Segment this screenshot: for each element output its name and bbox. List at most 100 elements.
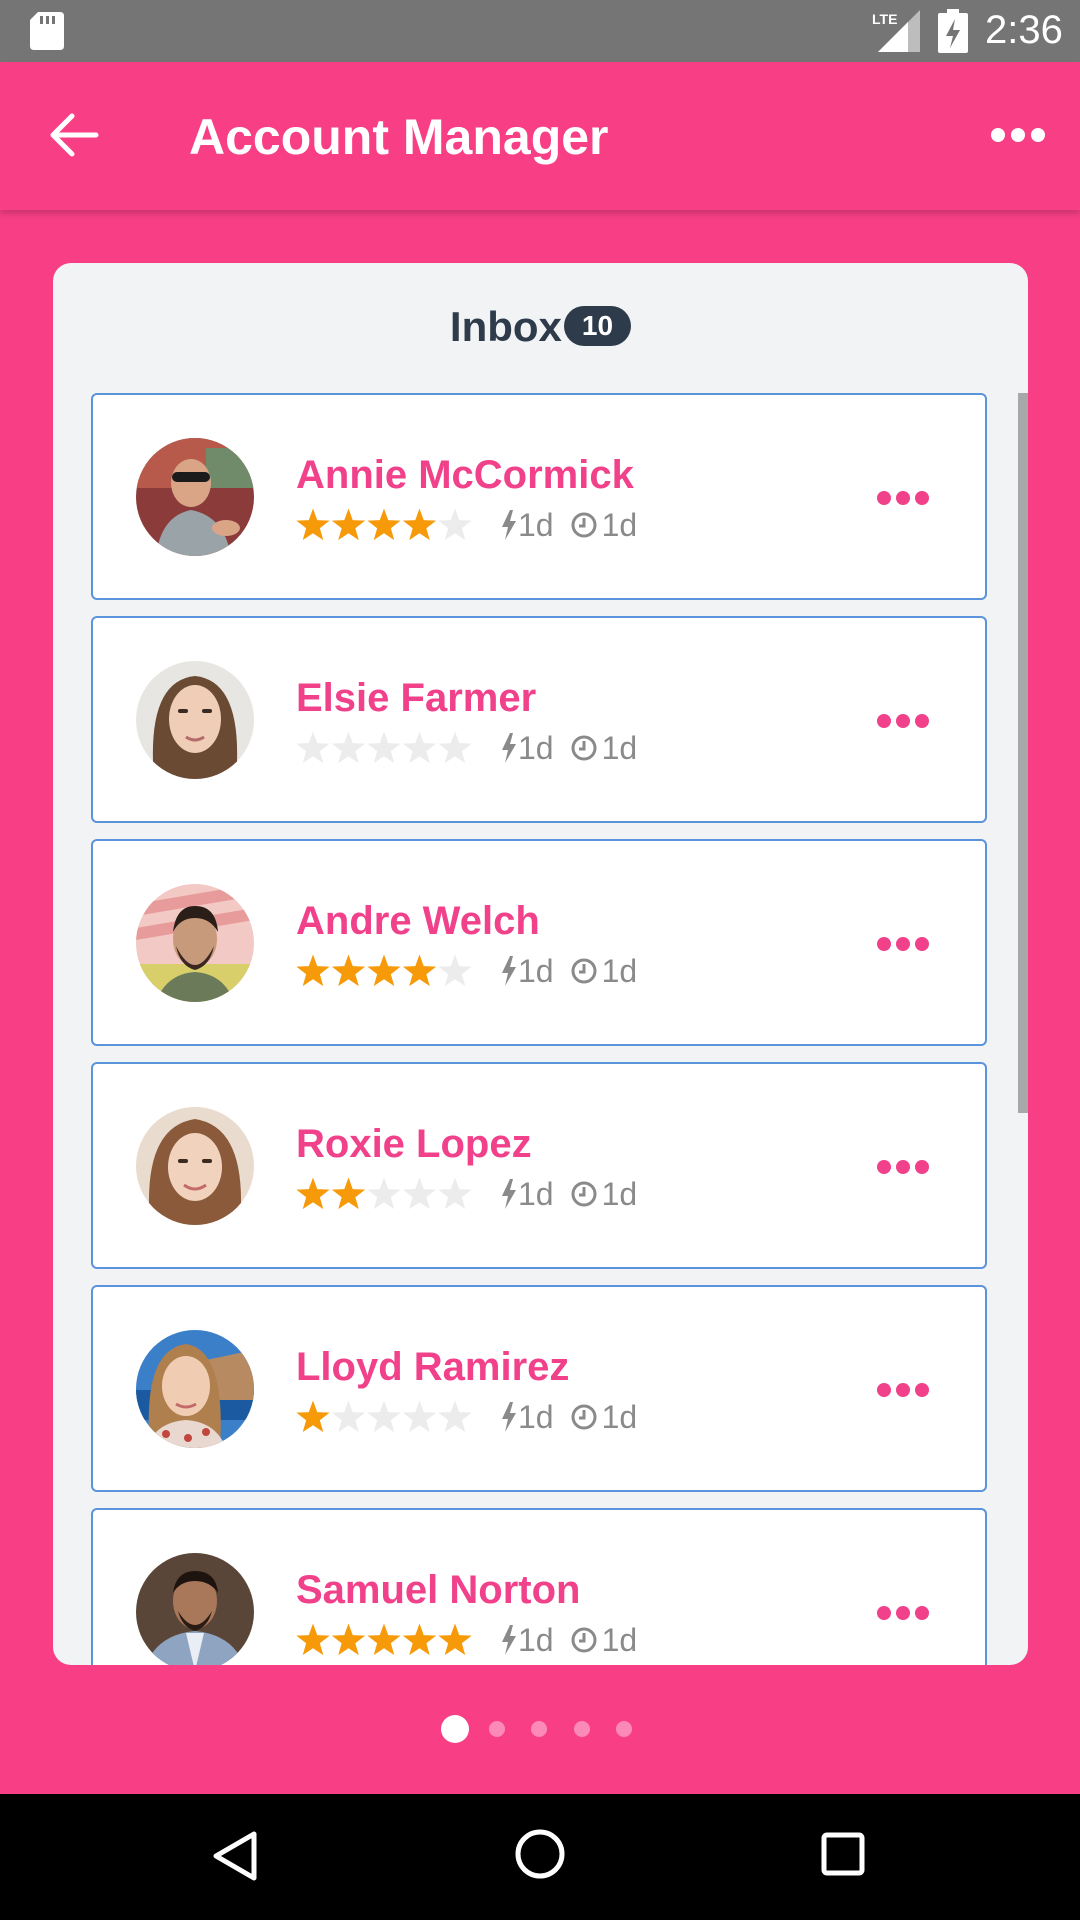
home-circle-icon[interactable] (514, 1828, 566, 1880)
star-filled-icon (438, 1623, 472, 1656)
star-empty-icon (367, 1400, 401, 1433)
contact-meta: 1d 1d (500, 951, 653, 991)
contact-meta: 1d 1d (500, 728, 653, 768)
star-empty-icon (402, 1400, 437, 1433)
contact-name: Elsie Farmer (296, 676, 537, 720)
star-filled-icon (402, 1623, 437, 1656)
back-arrow-icon[interactable] (46, 110, 100, 160)
contact-item[interactable]: Lloyd Ramirez 1d 1d (91, 1285, 987, 1492)
activity-value: 1d (518, 1621, 554, 1658)
star-empty-icon (331, 1400, 366, 1433)
avatar (136, 1553, 254, 1665)
contact-item[interactable]: Roxie Lopez 1d 1d (91, 1062, 987, 1269)
star-empty-icon (402, 731, 437, 764)
star-empty-icon (438, 731, 472, 764)
clock-icon (571, 958, 597, 984)
status-bar: LTE 2:36 (0, 0, 1080, 62)
contact-item[interactable]: Annie McCormick 1d 1d (91, 393, 987, 600)
star-filled-icon (402, 954, 437, 987)
clock-icon (571, 1627, 597, 1653)
page-dot-5[interactable] (616, 1721, 632, 1737)
system-nav-bar (0, 1794, 1080, 1920)
lte-signal-icon: LTE (872, 10, 920, 52)
recents-square-icon[interactable] (821, 1832, 865, 1876)
activity-value: 1d (518, 1175, 554, 1212)
clock: 2:36 (985, 8, 1063, 52)
star-empty-icon (331, 731, 366, 764)
bolt-icon (502, 733, 516, 763)
star-filled-icon (367, 1623, 401, 1656)
star-empty-icon (438, 508, 472, 541)
overflow-menu-icon[interactable] (990, 120, 1046, 150)
activity-value: 1d (518, 952, 554, 989)
activity-value: 1d (518, 506, 554, 543)
battery-charging-icon (938, 9, 968, 53)
contact-meta: 1d 1d (500, 1397, 653, 1437)
contact-item[interactable]: Andre Welch 1d 1d (91, 839, 987, 1046)
star-filled-icon (296, 1177, 330, 1210)
page-dot-1[interactable] (441, 1715, 469, 1743)
time-value: 1d (601, 729, 638, 766)
avatar (136, 1107, 254, 1225)
contact-name: Samuel Norton (296, 1568, 581, 1612)
page-indicator (0, 1714, 1080, 1744)
star-empty-icon (438, 1177, 472, 1210)
inbox-card: Inbox 10 Annie McCormick 1d 1d Elsie Far… (53, 263, 1028, 1665)
clock-icon (571, 1181, 597, 1207)
page-dot-2[interactable] (489, 1721, 505, 1737)
activity-value: 1d (518, 1398, 554, 1435)
star-empty-icon (296, 731, 330, 764)
contact-name: Lloyd Ramirez (296, 1345, 570, 1389)
item-more-icon[interactable] (875, 933, 931, 955)
activity-value: 1d (518, 729, 554, 766)
bolt-icon (502, 1625, 516, 1655)
star-empty-icon (438, 1400, 472, 1433)
inbox-count-badge: 10 (563, 305, 632, 346)
page-title: Account Manager (189, 109, 609, 165)
avatar (136, 438, 254, 556)
item-more-icon[interactable] (875, 487, 931, 509)
star-filled-icon (331, 954, 366, 987)
star-empty-icon (438, 954, 472, 987)
inbox-header: Inbox 10 (53, 303, 1028, 351)
star-filled-icon (296, 508, 330, 541)
avatar (136, 884, 254, 1002)
star-empty-icon (367, 731, 401, 764)
sd-card-icon (30, 12, 64, 50)
app-bar: Account Manager (0, 62, 1080, 210)
rating-stars (296, 954, 472, 987)
item-more-icon[interactable] (875, 1379, 931, 1401)
avatar (136, 1330, 254, 1448)
rating-stars (296, 508, 472, 541)
item-more-icon[interactable] (875, 1602, 931, 1624)
page-dot-4[interactable] (574, 1721, 590, 1737)
bolt-icon (502, 956, 516, 986)
bolt-icon (502, 510, 516, 540)
rating-stars (296, 731, 472, 764)
back-triangle-icon[interactable] (212, 1830, 258, 1882)
star-filled-icon (296, 1623, 330, 1656)
star-filled-icon (296, 954, 330, 987)
contact-item[interactable]: Samuel Norton 1d 1d (91, 1508, 987, 1665)
star-filled-icon (331, 1623, 366, 1656)
clock-icon (571, 512, 597, 538)
contact-meta: 1d 1d (500, 1620, 653, 1660)
contact-name: Annie McCormick (296, 453, 634, 497)
time-value: 1d (601, 952, 638, 989)
contact-item[interactable]: Elsie Farmer 1d 1d (91, 616, 987, 823)
page-dot-3[interactable] (531, 1721, 547, 1737)
time-value: 1d (601, 506, 638, 543)
item-more-icon[interactable] (875, 1156, 931, 1178)
contact-meta: 1d 1d (500, 505, 653, 545)
rating-stars (296, 1177, 472, 1210)
item-more-icon[interactable] (875, 710, 931, 732)
star-filled-icon (331, 508, 366, 541)
bolt-icon (502, 1179, 516, 1209)
star-filled-icon (331, 1177, 366, 1210)
star-empty-icon (367, 1177, 401, 1210)
scrollbar-thumb[interactable] (1018, 393, 1028, 1113)
network-type-label: LTE (872, 11, 897, 27)
avatar (136, 661, 254, 779)
contact-meta: 1d 1d (500, 1174, 653, 1214)
bolt-icon (502, 1402, 516, 1432)
